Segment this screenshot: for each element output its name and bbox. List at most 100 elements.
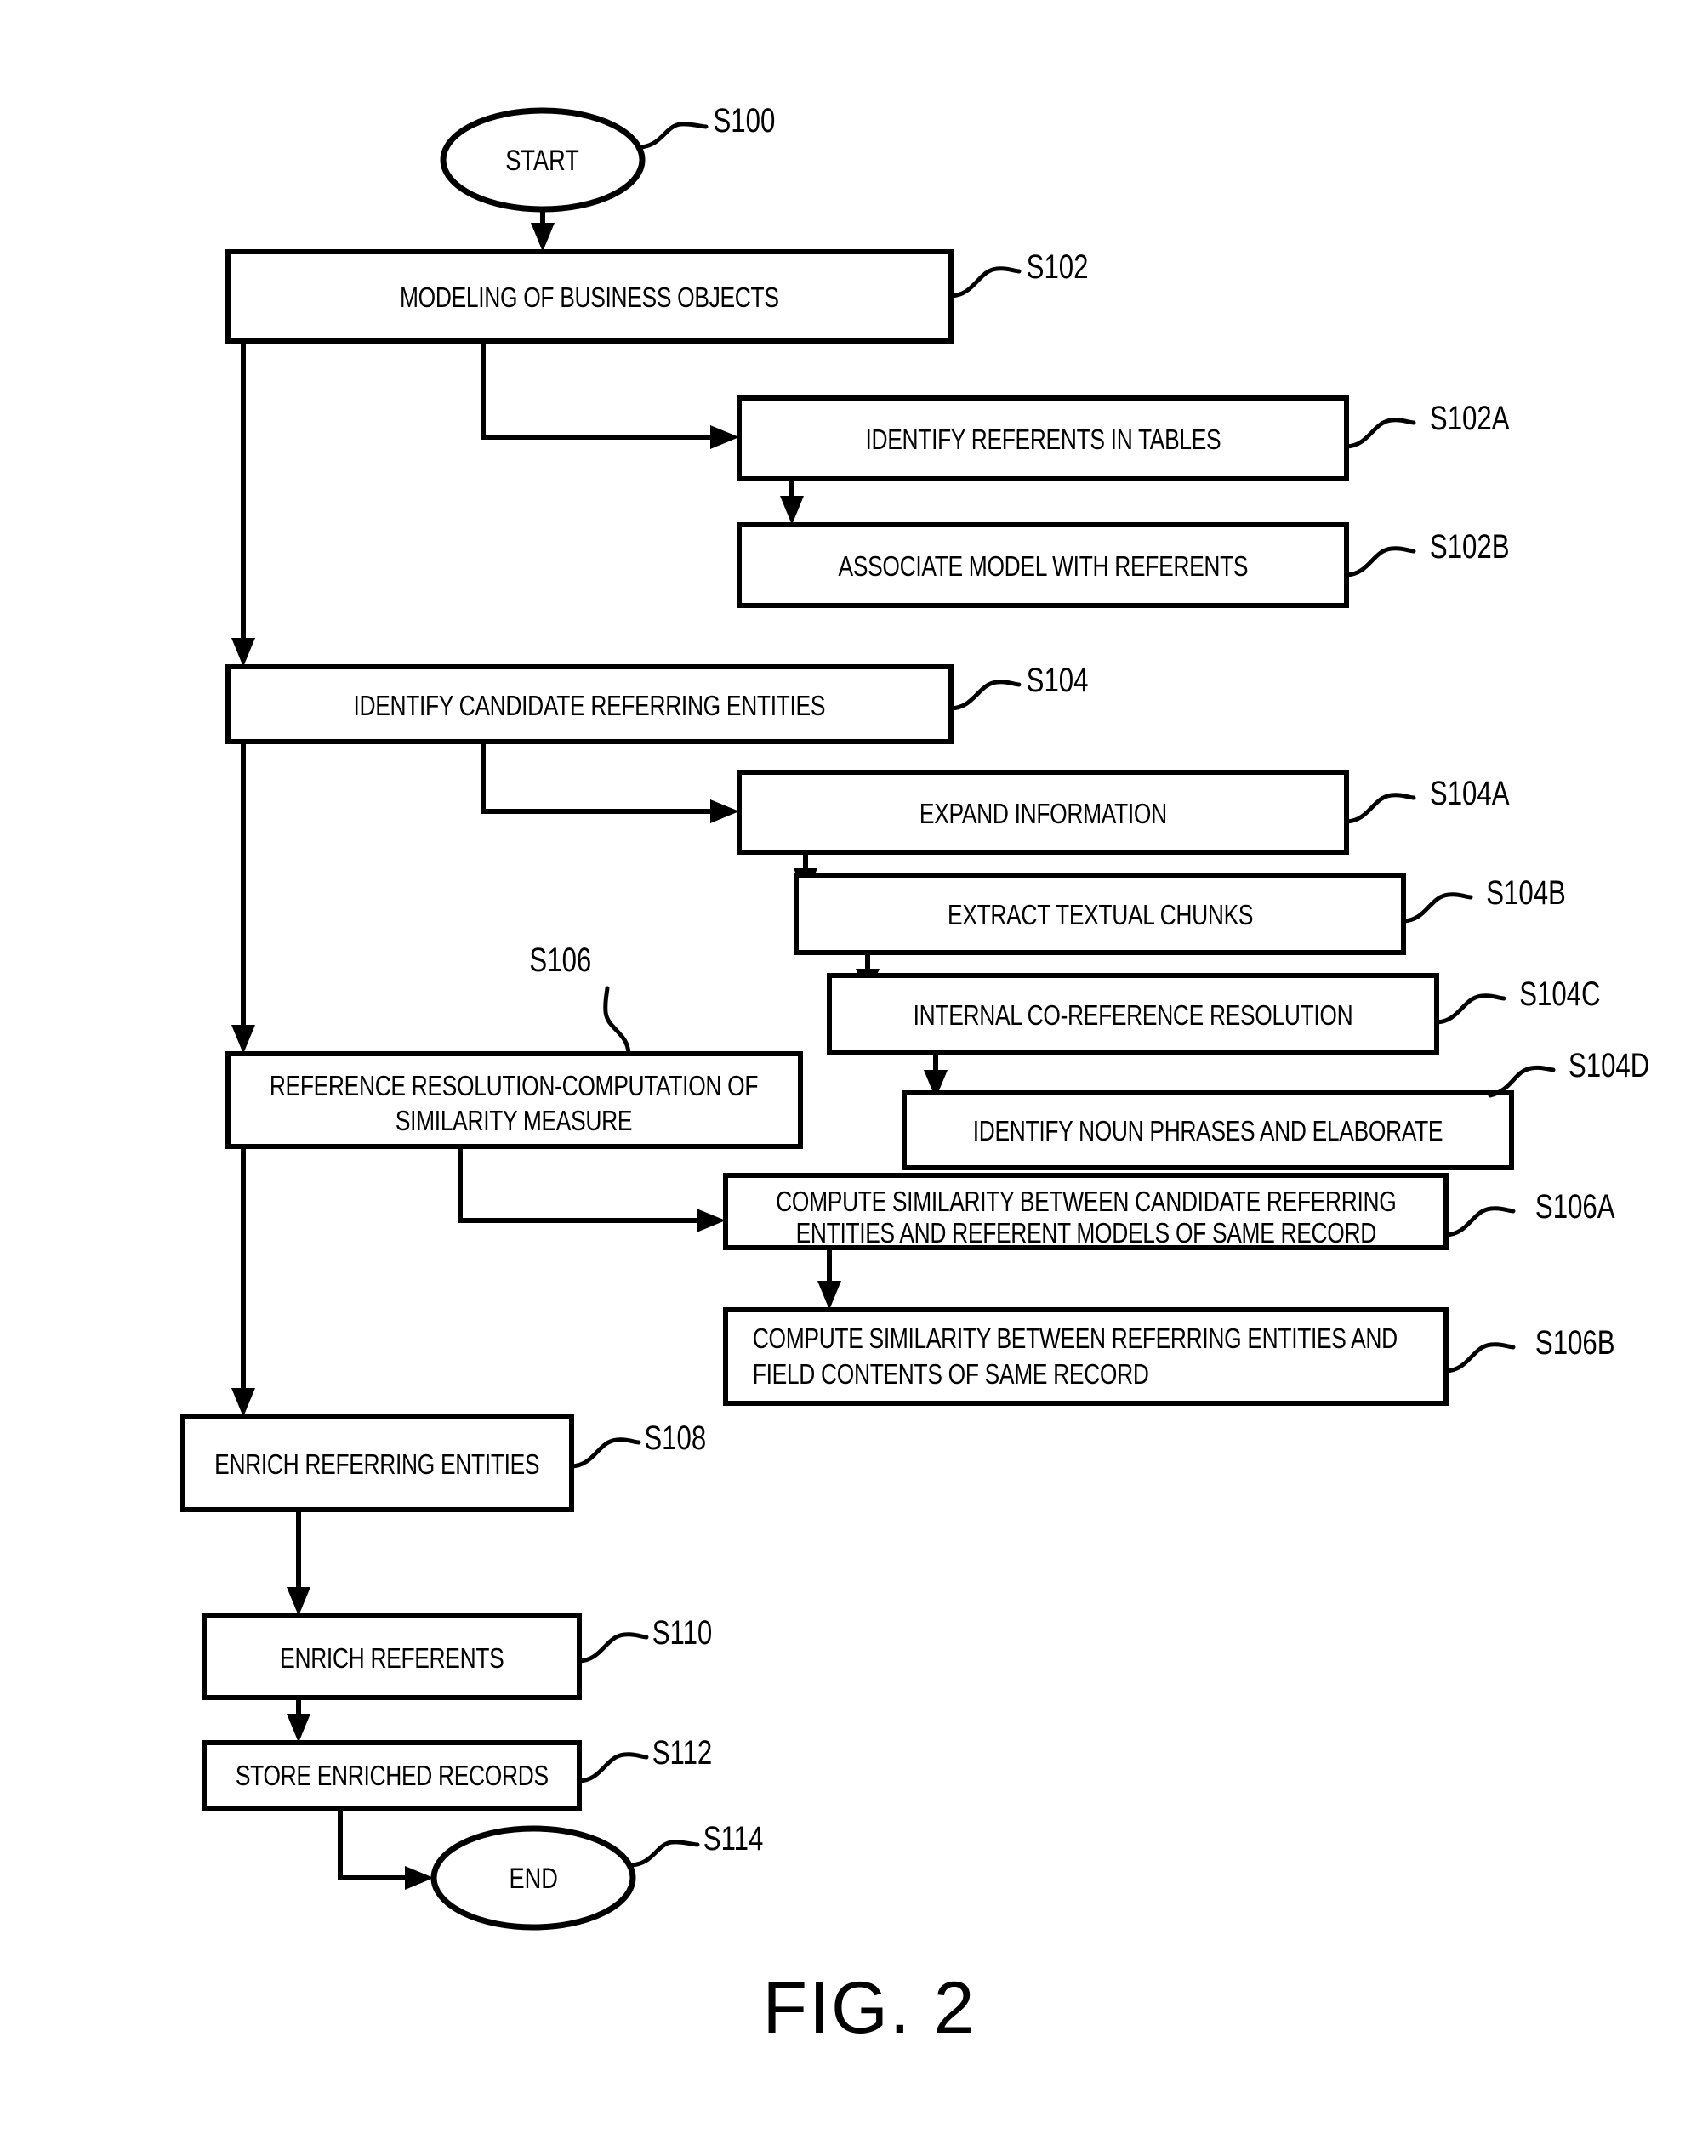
ref-label-s102b: S102B	[1430, 527, 1510, 566]
arrowhead-start-to-s102	[531, 223, 555, 252]
leader-line-s102b	[1344, 546, 1416, 577]
leader-s102a: S102A	[1344, 399, 1510, 449]
leader-s114: S114	[629, 1819, 763, 1868]
ref-label-s102a: S102A	[1430, 399, 1510, 437]
leader-line-s104d	[1488, 1065, 1556, 1098]
node-s102b[interactable]: ASSOCIATE MODEL WITH REFERENTS	[737, 522, 1349, 608]
connector-s112-to-end	[338, 1808, 414, 1880]
arrowhead-s106-to-s108	[231, 1388, 255, 1417]
arrowhead-s110-to-s112	[287, 1714, 310, 1743]
s106-label-line-1: REFERENCE RESOLUTION-COMPUTATION OF	[270, 1071, 758, 1101]
node-s104b[interactable]: EXTRACT TEXTUAL CHUNKS	[794, 873, 1406, 955]
arrowhead-s112-to-end	[405, 1866, 434, 1890]
arrowhead-s102a-to-s102b	[780, 496, 804, 525]
leader-line-s104c	[1434, 993, 1506, 1025]
leader-line-s104b	[1401, 892, 1473, 924]
leader-line-s106b	[1443, 1342, 1516, 1374]
s104c-label-line-1: INTERNAL CO-REFERENCE RESOLUTION	[914, 1000, 1353, 1031]
ref-label-s104d: S104D	[1569, 1046, 1649, 1084]
ref-label-s102: S102	[1027, 247, 1089, 286]
leader-line-s102	[948, 266, 1022, 299]
ref-label-s104a: S104A	[1430, 774, 1510, 812]
leader-line-s108	[569, 1437, 641, 1469]
s104-label-line-1: IDENTIFY CANDIDATE REFERRING ENTITIES	[353, 691, 825, 721]
leader-line-s100	[637, 122, 709, 150]
node-s102a[interactable]: IDENTIFY REFERENTS IN TABLES	[737, 395, 1349, 481]
leader-s104c: S104C	[1434, 975, 1601, 1025]
s102a-label-line-1: IDENTIFY REFERENTS IN TABLES	[865, 424, 1221, 455]
node-s106a[interactable]: COMPUTE SIMILARITY BETWEEN CANDIDATE REF…	[723, 1173, 1449, 1250]
arrowhead-s106-to-s106a	[697, 1209, 726, 1232]
ref-label-s104c: S104C	[1519, 975, 1600, 1013]
leader-s106b: S106B	[1443, 1323, 1615, 1374]
connector-s102-to-s102a	[481, 341, 720, 440]
s106a-label-line-1: COMPUTE SIMILARITY BETWEEN CANDIDATE REF…	[776, 1186, 1396, 1217]
arrowhead-s102-to-s104	[231, 638, 255, 667]
ref-label-s112: S112	[652, 1733, 713, 1772]
leader-line-s106a	[1443, 1206, 1516, 1237]
flowchart-diagram: START S100 MODELING OF BUSINESS OBJECTS …	[180, 101, 1649, 2049]
leader-line-s104	[948, 680, 1022, 711]
leader-s102b: S102B	[1344, 527, 1510, 577]
ref-label-s106: S106	[529, 941, 591, 979]
ref-label-s108: S108	[644, 1419, 706, 1457]
s106-label-line-2: SIMILARITY MEASURE	[396, 1106, 632, 1136]
s108-label-line-1: ENRICH REFERRING ENTITIES	[214, 1449, 539, 1480]
arrowhead-s108-to-s110	[287, 1587, 310, 1616]
ref-label-s106a: S106A	[1535, 1187, 1615, 1226]
leader-line-s106	[603, 986, 631, 1056]
s102b-label-line-1: ASSOCIATE MODEL WITH REFERENTS	[839, 551, 1249, 582]
leader-s108: S108	[569, 1419, 706, 1469]
arrowhead-s106a-to-s106b	[817, 1281, 841, 1310]
leader-s104a: S104A	[1344, 774, 1510, 824]
node-s106b[interactable]: COMPUTE SIMILARITY BETWEEN REFERRING ENT…	[723, 1307, 1449, 1406]
s104a-label-line-1: EXPAND INFORMATION	[919, 799, 1167, 829]
leader-s102: S102	[948, 247, 1089, 299]
leader-line-s112	[577, 1752, 649, 1783]
node-end[interactable]: END	[430, 1825, 636, 1931]
arrowhead-s104-to-s106	[231, 1025, 255, 1054]
s102-label-line-1: MODELING OF BUSINESS OBJECTS	[400, 282, 779, 313]
leader-s106a: S106A	[1443, 1187, 1615, 1237]
leader-line-s110	[577, 1632, 649, 1664]
node-s104c[interactable]: INTERNAL CO-REFERENCE RESOLUTION	[827, 973, 1439, 1055]
node-s108[interactable]: ENRICH REFERRING ENTITIES	[180, 1414, 574, 1512]
node-s104[interactable]: IDENTIFY CANDIDATE REFERRING ENTITIES	[225, 664, 954, 744]
figure-caption: FIG. 2	[763, 1967, 976, 2049]
end-label: END	[510, 1862, 558, 1895]
start-label: START	[505, 144, 579, 177]
s104b-label-line-1: EXTRACT TEXTUAL CHUNKS	[948, 900, 1253, 930]
leader-s112: S112	[577, 1733, 713, 1783]
s110-label-line-1: ENRICH REFERENTS	[280, 1643, 504, 1674]
ref-label-s100: S100	[713, 101, 775, 139]
node-start[interactable]: START	[440, 107, 646, 213]
leader-line-s104a	[1344, 793, 1416, 824]
leader-s104b: S104B	[1401, 873, 1566, 924]
connector-s104-to-s104a	[481, 742, 720, 814]
node-s104a[interactable]: EXPAND INFORMATION	[737, 770, 1349, 855]
ref-label-s104b: S104B	[1486, 873, 1566, 912]
leader-line-s114	[629, 1840, 700, 1868]
node-s102[interactable]: MODELING OF BUSINESS OBJECTS	[225, 249, 954, 344]
leader-line-s102a	[1344, 418, 1416, 449]
leader-s104d: S104D	[1488, 1046, 1649, 1098]
leader-s104: S104	[948, 661, 1089, 711]
s106b-label-line-2: FIELD CONTENTS OF SAME RECORD	[753, 1359, 1149, 1390]
leader-s110: S110	[577, 1613, 713, 1664]
s104d-label-line-1: IDENTIFY NOUN PHRASES AND ELABORATE	[973, 1116, 1443, 1146]
s106a-label-line-2: ENTITIES AND REFERENT MODELS OF SAME REC…	[796, 1218, 1376, 1249]
node-s106[interactable]: REFERENCE RESOLUTION-COMPUTATION OF SIMI…	[225, 1051, 803, 1149]
node-s110[interactable]: ENRICH REFERENTS	[202, 1613, 582, 1700]
s106b-label-line-1: COMPUTE SIMILARITY BETWEEN REFERRING ENT…	[753, 1323, 1398, 1354]
node-s104d[interactable]: IDENTIFY NOUN PHRASES AND ELABORATE	[902, 1090, 1514, 1170]
arrowhead-s102-to-s102a	[710, 425, 739, 449]
leader-s106: S106	[529, 941, 631, 1056]
ref-label-s110: S110	[652, 1613, 713, 1652]
patent-figure-page: START S100 MODELING OF BUSINESS OBJECTS …	[0, 0, 1708, 2156]
ref-label-s104: S104	[1027, 661, 1089, 699]
leader-s100: S100	[637, 101, 775, 150]
arrowhead-s104-to-s104a	[710, 799, 739, 823]
connector-s106-to-s106a	[458, 1146, 706, 1223]
node-s112[interactable]: STORE ENRICHED RECORDS	[202, 1740, 582, 1811]
ref-label-s106b: S106B	[1535, 1323, 1615, 1362]
